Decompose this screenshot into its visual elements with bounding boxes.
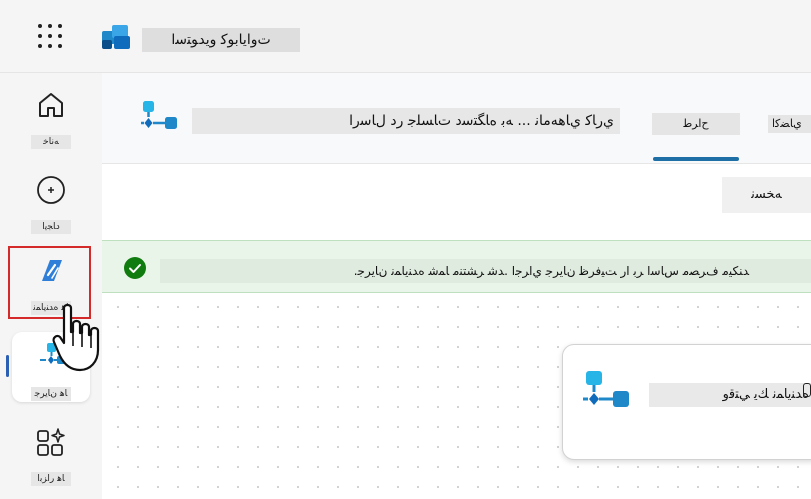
- flow-icon: [583, 371, 629, 407]
- flow-header: ﻱﺭﺎﻛ ﻱﺎﻫﻪﻣﺎﻧ ... ﻪﺑ ﻩﺎﮕﺘﺳﺩ ﺕﺎﺴﻠﺟ ﺭﺩ ﻝﺎﺳﺭ…: [102, 73, 811, 164]
- success-check-icon: [124, 257, 146, 279]
- nav-label-home: ﻪﻧﺎﺧ: [31, 135, 71, 149]
- flow-icon: [141, 101, 177, 129]
- nav-label-apps: ﺎﻫ ﺭﺍﺰﺑﺍ: [31, 472, 71, 486]
- main-panel: ﻱﺭﺎﻛ ﻱﺎﻫﻪﻣﺎﻧ ... ﻪﺑ ﻩﺎﮕﺘﺳﺩ ﺕﺎﺴﻠﺟ ﺭﺩ ﻝﺎﺳﺭ…: [102, 73, 811, 499]
- app-launcher-icon[interactable]: [38, 24, 62, 48]
- plus-circle-icon: [37, 176, 65, 204]
- version-button[interactable]: ﻪﺨﺴﻧ: [722, 177, 811, 213]
- trigger-node[interactable]: ﻩﺪﻨﻳﺎﻤﻧ ﻚﻳ ﻲﺘﻗﻭ: [562, 344, 811, 460]
- trigger-node-label: ﻩﺪﻨﻳﺎﻤﻧ ﻚﻳ ﻲﺘﻗﻭ: [649, 383, 811, 407]
- nav-item-apps[interactable]: ﺎﻫ ﺭﺍﺰﺑﺍ: [10, 420, 92, 492]
- tab-design[interactable]: ﺡﺍﺮﻃ: [652, 113, 740, 135]
- hand-pointer-cursor-icon: [52, 303, 100, 372]
- copilot-studio-logo-icon: [102, 25, 130, 49]
- active-tab-indicator: [653, 157, 739, 161]
- nav-item-home[interactable]: ﻪﻧﺎﺧ: [10, 83, 92, 155]
- nav-label-flows: ﺎﻫ ﻥﺎﻳﺮﺟ: [31, 387, 71, 401]
- tab-details[interactable]: ﻱﺎﻀﻛﺍ: [768, 115, 811, 133]
- app-title: ﺕﻭﺍﻳﺎﺑﻮﻛ ﻭﻳﺪﻮﺘﺳﺍ: [142, 28, 300, 52]
- home-icon: [39, 93, 63, 117]
- node-connector-handle[interactable]: [803, 383, 811, 397]
- nav-selected-indicator: [6, 355, 9, 377]
- apps-sparkle-icon: [37, 428, 65, 456]
- banner-message: ﺪﻨﻜﻴﻣ ﻑﺮﺼﻣ ﺱﺎﺳﺍ ﺮﺑ ﺍﺭ ﺖﻴﻓﺮﻇ ﻥﺎﻳﺮﺟ ﻱﺍﺮﺟﺍ …: [160, 259, 811, 283]
- flow-canvas[interactable]: ﻩﺪﻨﻳﺎﻤﻧ ﻚﻳ ﻲﺘﻗﻭ: [102, 293, 811, 499]
- success-banner: ﺪﻨﻜﻴﻣ ﻑﺮﺼﻣ ﺱﺎﺳﺍ ﺮﺑ ﺍﺭ ﺖﻴﻓﺮﻇ ﻥﺎﻳﺮﺟ ﻱﺍﺮﺟﺍ …: [102, 240, 811, 293]
- nav-item-create[interactable]: ﺩﺎﺠﻳﺍ: [10, 168, 92, 240]
- flow-title: ﻱﺭﺎﻛ ﻱﺎﻫﻪﻣﺎﻧ ... ﻪﺑ ﻩﺎﮕﺘﺳﺩ ﺕﺎﺴﻠﺟ ﺭﺩ ﻝﺎﺳﺭ…: [192, 108, 620, 134]
- nav-label-create: ﺩﺎﺠﻳﺍ: [31, 220, 71, 234]
- top-bar: ﺕﻭﺍﻳﺎﺑﻮﻛ ﻭﻳﺪﻮﺘﺳﺍ: [0, 0, 811, 73]
